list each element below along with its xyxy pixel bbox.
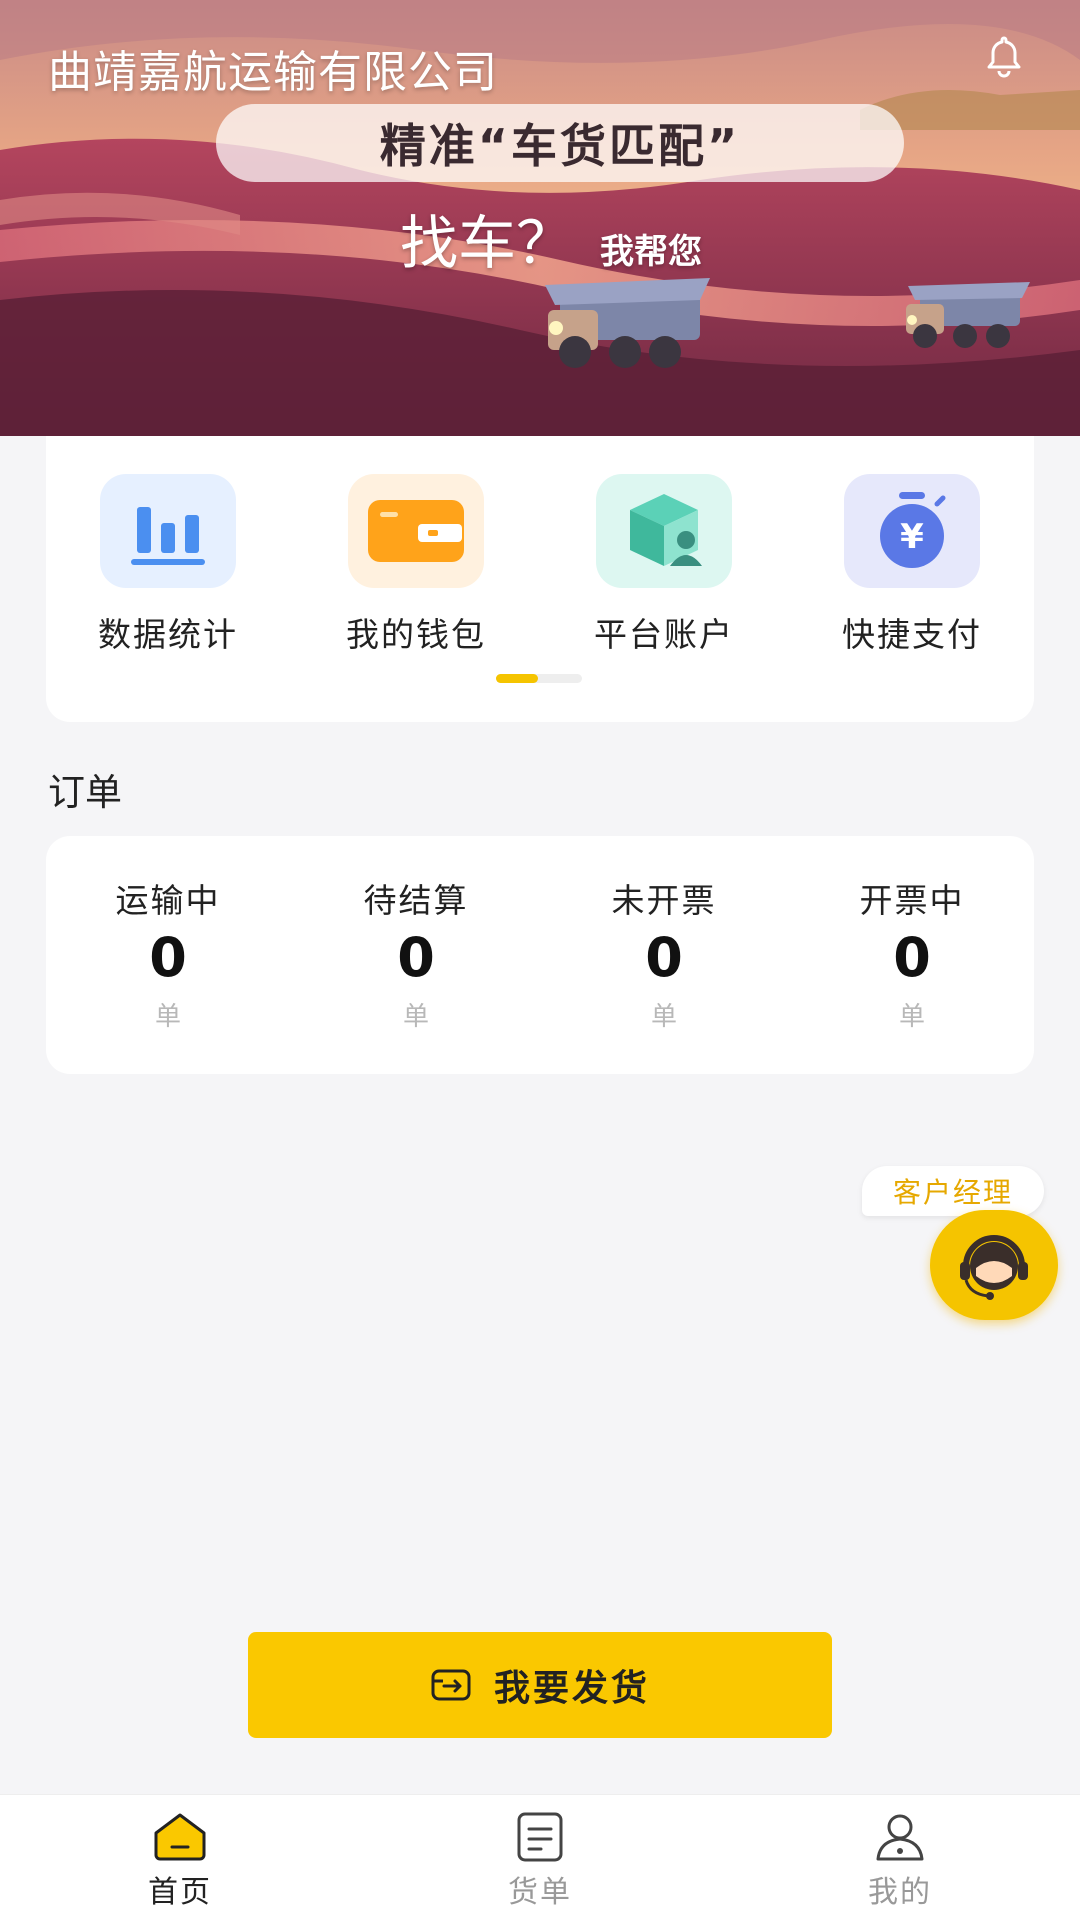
- order-stat-count: 0: [645, 926, 683, 989]
- headset-agent-icon: [960, 1235, 1028, 1300]
- pager-active-indicator: [496, 674, 538, 683]
- order-stat-unit: 单: [650, 1002, 677, 1032]
- tab-waybill-label: 货单: [508, 1875, 572, 1910]
- quick-item-wallet[interactable]: 我的钱包: [316, 474, 516, 656]
- quick-item-quick-pay[interactable]: ¥ 快捷支付: [812, 474, 1012, 656]
- slogan-text: 精准“车货匹配”: [379, 119, 741, 173]
- slogan-pill: 精准“车货匹配”: [216, 104, 904, 182]
- quick-menu-pager: [496, 674, 582, 683]
- svg-text:¥: ¥: [900, 517, 924, 557]
- ship-button[interactable]: 我要发货: [248, 1632, 832, 1738]
- customer-manager-label: 客户经理: [892, 1176, 1013, 1209]
- quick-item-platform-account[interactable]: 平台账户: [564, 474, 764, 656]
- customer-manager-tag[interactable]: 客户经理: [862, 1166, 1044, 1216]
- tab-profile-label: 我的: [868, 1875, 932, 1910]
- quick-menu-card: 数据统计 我的钱包 平台账户 ¥ 快捷支付: [46, 436, 1034, 722]
- order-stat-count: 0: [893, 926, 931, 989]
- tab-home[interactable]: 首页: [80, 1811, 280, 1911]
- quick-pay-icon: ¥: [844, 474, 980, 588]
- sub-slogan-small: 我帮您: [600, 232, 703, 272]
- bar-chart-icon: [100, 474, 236, 588]
- order-stat-label: 未开票: [611, 881, 717, 920]
- bottom-tab-bar: 首页 货单 我的: [0, 1794, 1080, 1920]
- order-stat-pending-settlement[interactable]: 待结算 0 单: [316, 874, 516, 1033]
- orders-card: 运输中 0 单 待结算 0 单 未开票 0 单 开票中 0 单: [46, 836, 1034, 1074]
- order-stat-unit: 单: [402, 1002, 429, 1032]
- order-stat-label: 开票中: [859, 881, 965, 920]
- wallet-icon: [348, 474, 484, 588]
- hero-banner[interactable]: 曲靖嘉航运输有限公司 精准“车货匹配” 找车？ 我帮您: [0, 0, 1080, 436]
- quick-item-label: 快捷支付: [842, 615, 982, 654]
- home-screen: 曲靖嘉航运输有限公司 精准“车货匹配” 找车？ 我帮您 数据统计 我的钱包 平台…: [0, 0, 1080, 1920]
- profile-icon: [876, 1814, 924, 1861]
- company-name: 曲靖嘉航运输有限公司: [48, 47, 498, 98]
- quick-item-label: 数据统计: [98, 615, 238, 654]
- home-icon: [154, 1813, 206, 1861]
- quick-item-label: 平台账户: [594, 615, 734, 654]
- customer-manager-button[interactable]: [930, 1210, 1058, 1320]
- sub-slogan-main: 找车？: [400, 209, 575, 277]
- order-stat-unit: 单: [898, 1002, 925, 1032]
- order-stat-in-transit[interactable]: 运输中 0 单: [68, 874, 268, 1033]
- tab-home-label: 首页: [148, 1875, 212, 1910]
- order-stat-label: 运输中: [115, 881, 221, 920]
- orders-title: 订单: [48, 771, 122, 814]
- ship-button-label: 我要发货: [493, 1668, 650, 1709]
- ship-box-icon: [431, 1669, 471, 1701]
- order-stat-count: 0: [149, 926, 187, 989]
- tab-profile[interactable]: 我的: [800, 1811, 1000, 1911]
- order-stat-count: 0: [397, 926, 435, 989]
- order-stat-not-invoiced[interactable]: 未开票 0 单: [564, 874, 764, 1033]
- waybill-icon: [517, 1812, 563, 1862]
- tab-waybill[interactable]: 货单: [440, 1811, 640, 1911]
- order-stat-unit: 单: [154, 1002, 181, 1032]
- platform-account-icon: [596, 474, 732, 588]
- order-stat-invoicing[interactable]: 开票中 0 单: [812, 874, 1012, 1033]
- bell-icon[interactable]: [980, 32, 1028, 80]
- order-stat-label: 待结算: [363, 881, 469, 920]
- quick-item-data-stats[interactable]: 数据统计: [68, 474, 268, 656]
- quick-item-label: 我的钱包: [346, 615, 486, 654]
- sub-slogan: 找车？ 我帮您: [400, 196, 702, 280]
